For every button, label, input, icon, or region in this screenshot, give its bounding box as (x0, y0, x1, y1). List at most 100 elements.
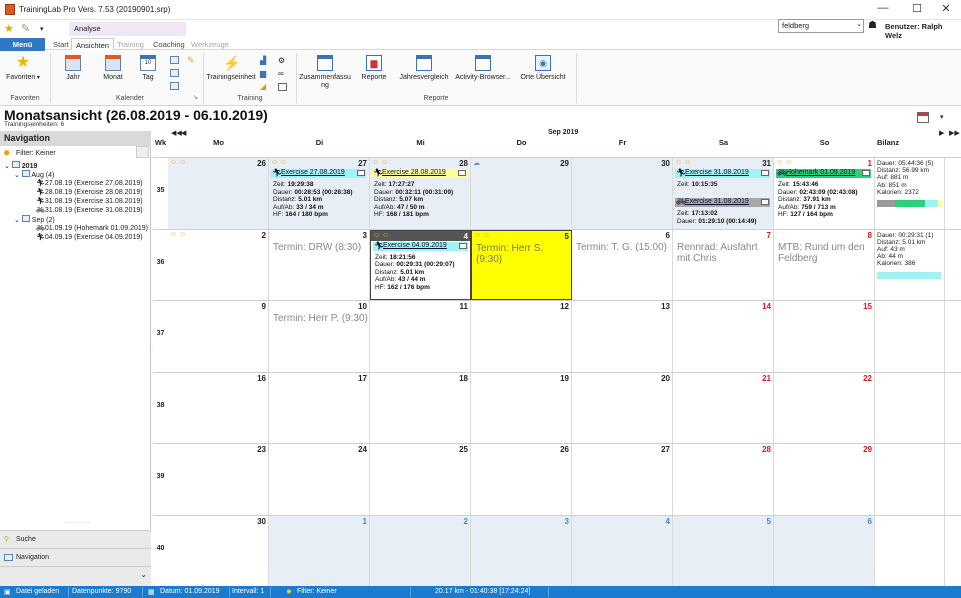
star-icon[interactable]: ★ (4, 22, 14, 35)
tree-month-aug[interactable]: ⌄ Aug (4) (14, 170, 54, 179)
notes-icon[interactable] (862, 170, 870, 176)
day-cell[interactable]: 5 ☺ ☺ Termin: Herr S. (9:30) (471, 229, 572, 300)
appointment[interactable]: Termin: T. G. (15:00) (576, 242, 667, 253)
day-cell[interactable]: 28 ☺ ☺ 🏃︎ Exercise 28.08.2019 Zeit: 17:27:27 D… (370, 158, 471, 229)
zusammenfassung-button[interactable]: Zusammenfassu ng (298, 55, 352, 90)
day-cell[interactable]: 9 (168, 301, 269, 372)
agenda-view-icon[interactable] (170, 82, 179, 90)
gear-icon[interactable]: ⚙ (278, 56, 285, 65)
day-cell[interactable]: 19 (471, 372, 572, 443)
day-cell[interactable]: 4 (572, 515, 673, 586)
notes-icon[interactable] (459, 242, 467, 249)
notes-icon[interactable]: ✎ (187, 55, 195, 66)
chart-icon[interactable]: ▟ (260, 56, 266, 65)
menu-button[interactable]: Menü (0, 38, 45, 51)
next-year-icon[interactable]: ▶▶ (949, 129, 960, 137)
exercise-link[interactable]: 🏃︎ Exercise 04.09.2019 (373, 241, 468, 251)
chevron-down-icon[interactable]: ⌄ (14, 217, 20, 224)
day-cell[interactable]: 10 Termin: Herr P. (9:30) (269, 301, 370, 372)
day-cell[interactable]: 21 (673, 372, 774, 443)
day-cell[interactable]: 5 (673, 515, 774, 586)
day-cell[interactable]: 6 (774, 515, 875, 586)
monat-button[interactable]: Monat (98, 55, 128, 81)
chevron-down-icon[interactable]: ⌄ (14, 172, 20, 179)
jahr-button[interactable]: Jahr (60, 55, 86, 81)
day-cell[interactable]: 28 (673, 444, 774, 515)
day-cell[interactable]: 31 ☺ ☺ 🏃︎ Exercise 31.08.2019 Zeit: 10:15:35 🚲… (673, 158, 774, 229)
day-cell[interactable]: 16 (168, 372, 269, 443)
edit-icon[interactable]: ✎ (21, 22, 30, 35)
prev-month-icon[interactable]: ◀ (181, 129, 186, 137)
day-cell[interactable]: 6 Termin: T. G. (15:00) (572, 229, 673, 300)
pane-options[interactable]: ⌄ (0, 566, 151, 586)
chevron-down-icon[interactable]: ⌄ (140, 570, 147, 579)
day-cell[interactable]: 26 (471, 444, 572, 515)
tree-item[interactable]: 🏃︎28.08.19 (Exercise 28.08.2019) (36, 188, 143, 196)
week-view-icon[interactable] (170, 69, 179, 77)
exercise-link[interactable]: 🚲︎ Hohemark 01.09.2019 (776, 168, 871, 178)
next-month-icon[interactable]: ▶ (939, 129, 944, 137)
notes-icon[interactable] (761, 170, 769, 176)
minimize-button[interactable]: — (872, 2, 894, 16)
tree-item[interactable]: 🏃︎04.09.19 (Exercise 04.09.2019) (36, 233, 143, 241)
tree-month-sep[interactable]: ⌄ Sep (2) (14, 215, 55, 224)
day-cell[interactable]: 1 ☺ ☺ 🚲︎ Hohemark 01.09.2019 Zeit: 15:43:46 Da… (774, 158, 875, 229)
calendar-icon[interactable] (917, 112, 929, 123)
tree-year-2019[interactable]: ⌄ 2019 (4, 161, 37, 170)
day-cell[interactable]: 8 MTB: Rund um den Feldberg (774, 229, 875, 300)
day-cell[interactable]: 14 (673, 301, 774, 372)
day-cell[interactable]: 3 (471, 515, 572, 586)
appointment[interactable]: Termin: DRW (8:30) (273, 242, 361, 253)
exercise-link[interactable]: 🚲︎ Exercise 31.08.2019 (675, 197, 770, 207)
exercise-link[interactable]: 🏃︎ Exercise 31.08.2019 (675, 168, 770, 178)
tab-ansichten[interactable]: Ansichten (71, 38, 114, 50)
day-cell[interactable]: 11 (370, 301, 471, 372)
day-cell[interactable]: 20 (572, 372, 673, 443)
appointment[interactable]: Termin: Herr P. (9:30) (273, 313, 368, 324)
day-cell[interactable]: 27 ☺ ☺ 🏃︎ Exercise 27.08.2019 Zeit: 19:29:38 D… (269, 158, 370, 229)
tree-item[interactable]: 🚲︎01.09.19 (Hohemark 01.09.2019) (36, 224, 148, 232)
suche-pane-button[interactable]: ⚲ Suche (0, 530, 151, 548)
qat-dropdown-icon[interactable]: ▾ (40, 25, 44, 33)
day-cell[interactable]: 29 (774, 444, 875, 515)
context-tab-analyse[interactable]: Analyse (69, 22, 186, 36)
day-cell[interactable]: 22 (774, 372, 875, 443)
tree-item[interactable]: 🏃︎27.08.19 (Exercise 27.08.2019) (36, 179, 143, 187)
day-cell[interactable]: 12 (471, 301, 572, 372)
bar-chart-icon[interactable]: ▆ (260, 69, 266, 78)
day-cell[interactable]: 27 (572, 444, 673, 515)
jahresvergleich-button[interactable]: Jahresvergleich (398, 55, 450, 81)
day-cell[interactable]: 24 (269, 444, 370, 515)
day-cell[interactable]: 18 (370, 372, 471, 443)
day-cell[interactable]: 1 (269, 515, 370, 586)
filter-button[interactable] (136, 146, 149, 158)
appointment[interactable]: Rennrad: Ausfahrt mit Chris (677, 242, 773, 264)
splitter-grip[interactable]: ········· (64, 520, 91, 526)
day-cell[interactable]: 25 (370, 444, 471, 515)
day-cell[interactable]: 13 (572, 301, 673, 372)
favoriten-button[interactable]: ★ Favoriten ▾ (6, 55, 40, 82)
tree-item[interactable]: 🚲︎31.08.19 (Exercise 31.08.2019) (36, 206, 143, 214)
close-button[interactable]: ✕ (935, 2, 957, 16)
day-cell[interactable]: 7 Rennrad: Ausfahrt mit Chris (673, 229, 774, 300)
exercise-link[interactable]: 🏃︎ Exercise 27.08.2019 (271, 168, 366, 178)
day-cell[interactable]: 23 (168, 444, 269, 515)
day-cell[interactable]: 29 ☁ (471, 158, 572, 229)
reporte-button[interactable]: ▆ Reporte (358, 55, 390, 81)
tab-training[interactable]: Training (113, 38, 148, 50)
tab-werkzeuge[interactable]: Werkzeuge (187, 38, 233, 50)
notes-icon[interactable] (458, 170, 466, 176)
day-cell[interactable]: 4 ☺ ☺ 🏃︎ Exercise 04.09.2019 Zeit: 18:21:56 Da… (370, 229, 471, 300)
infinity-icon[interactable]: ∞ (278, 69, 284, 78)
activity-browser-button[interactable]: Activity-Browser... (454, 55, 512, 81)
tag-button[interactable]: 10 Tag (136, 55, 160, 81)
notes-icon[interactable] (357, 170, 365, 176)
chevron-down-icon[interactable]: ⌄ (856, 20, 862, 28)
trainingseinheit-button[interactable]: ⚡ Trainingseinheit (206, 55, 256, 81)
graph-icon[interactable]: ◢ (260, 82, 266, 91)
day-cell[interactable]: 2 (370, 515, 471, 586)
day-cell[interactable]: 26 ☺ ☺ (168, 158, 269, 229)
window-icon[interactable] (278, 83, 287, 91)
tab-start[interactable]: Start (49, 38, 73, 50)
day-cell[interactable]: 15 (774, 301, 875, 372)
